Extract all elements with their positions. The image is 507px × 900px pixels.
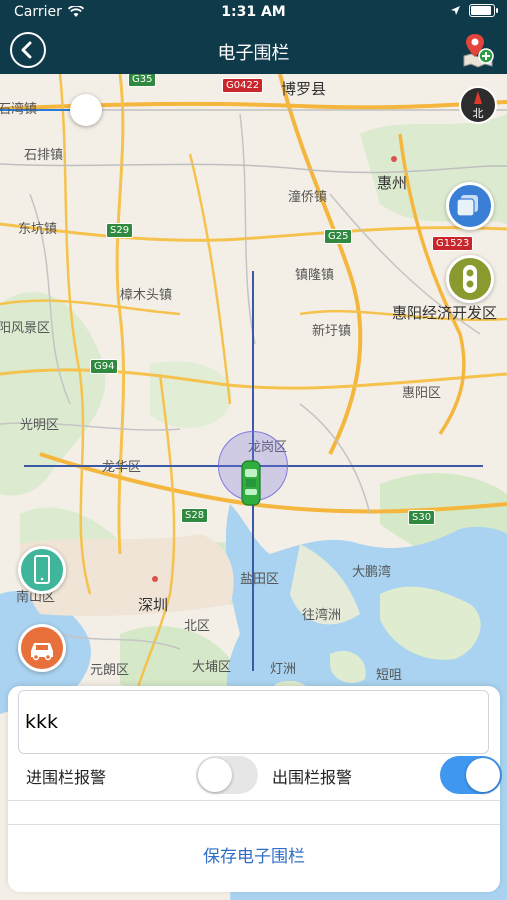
- layers-icon: [456, 195, 478, 217]
- road-shield-s28: S28: [181, 508, 209, 523]
- place-label-dongkeng: 东坑镇: [18, 222, 58, 237]
- phone-icon: [34, 555, 50, 584]
- battery-icon: [469, 4, 498, 17]
- place-label-huiyang-dev: 惠阳经济开发区: [392, 304, 498, 322]
- place-label-shipai: 石排镇: [24, 148, 64, 163]
- place-label-chongqiao: 潼侨镇: [288, 190, 328, 205]
- car-icon[interactable]: [240, 459, 262, 507]
- place-label-yuanlang: 元朗区: [90, 663, 130, 678]
- status-bar: Carrier 1:31 AM: [0, 0, 507, 26]
- place-label-guangming: 光明区: [20, 418, 60, 433]
- place-label-xinxu: 新圩镇: [312, 324, 352, 339]
- nav-bar: 电子围栏: [0, 26, 507, 74]
- traffic-light-icon: [463, 265, 477, 293]
- fence-settings-panel: 进围栏报警 出围栏报警 保存电子围栏: [8, 686, 502, 892]
- locate-phone-button[interactable]: [18, 546, 66, 594]
- locate-car-button[interactable]: [18, 624, 66, 672]
- compass-button[interactable]: 北: [459, 86, 497, 124]
- place-label-shenzhen: 深圳: [138, 596, 169, 614]
- save-fence-button[interactable]: 保存电子围栏: [8, 832, 500, 880]
- road-shield-s30: S30: [408, 510, 436, 525]
- place-label-zhenlong: 镇隆镇: [295, 268, 335, 283]
- exit-alarm-toggle-knob: [466, 758, 500, 792]
- compass-label: 北: [472, 107, 484, 120]
- place-label-duanzhu: 短咀: [376, 668, 403, 683]
- layers-button[interactable]: [446, 182, 494, 230]
- place-label-dapengwan: 大鹏湾: [352, 565, 392, 580]
- place-label-shiwan: 石湾镇: [0, 102, 38, 117]
- status-right: [450, 4, 498, 17]
- road-shield-g25: G25: [324, 229, 353, 244]
- place-label-yantian: 盐田区: [240, 572, 280, 587]
- app-root: Carrier 1:31 AM 电子围栏 石湾镇 博罗县 石排镇 惠州 东坑镇 …: [0, 0, 507, 900]
- road-shield-g35: G35: [128, 74, 157, 87]
- zoom-slider-thumb[interactable]: [70, 94, 102, 126]
- enter-alarm-toggle[interactable]: [196, 756, 258, 794]
- exit-alarm-label: 出围栏报警: [272, 768, 353, 787]
- place-label-huizhou: 惠州: [377, 174, 408, 192]
- map-pin-plus-icon: [463, 34, 494, 68]
- car-locate-icon: [31, 643, 53, 661]
- place-label-dabu: 大埔区: [192, 660, 232, 675]
- road-shield-g0422: G0422: [222, 78, 264, 93]
- clock: 1:31 AM: [221, 4, 286, 20]
- divider-bottom: [8, 824, 500, 825]
- fence-name-input[interactable]: [18, 690, 489, 754]
- traffic-button[interactable]: [446, 255, 494, 303]
- place-label-zhangmutou: 樟木头镇: [120, 288, 173, 303]
- place-label-huiyang: 惠阳区: [402, 386, 442, 401]
- location-arrow-icon: [451, 6, 460, 15]
- enter-alarm-toggle-knob: [198, 758, 232, 792]
- road-shield-s29: S29: [106, 223, 134, 238]
- place-label-wangwanzhou: 往湾洲: [302, 608, 342, 623]
- road-shield-g94: G94: [90, 359, 119, 374]
- place-label-scenic: 阳风景区: [0, 321, 51, 336]
- place-label-boluo: 博罗县: [281, 80, 327, 98]
- add-fence-button[interactable]: [461, 32, 495, 68]
- place-label-dengzhou: 灯洲: [270, 662, 297, 677]
- zoom-slider[interactable]: [0, 94, 507, 126]
- place-label-beiqu: 北区: [184, 619, 211, 634]
- exit-alarm-toggle[interactable]: [440, 756, 502, 794]
- divider-top: [8, 800, 500, 801]
- road-shield-g1523: G1523: [432, 236, 474, 251]
- page-title: 电子围栏: [217, 43, 290, 64]
- enter-alarm-label: 进围栏报警: [26, 768, 107, 787]
